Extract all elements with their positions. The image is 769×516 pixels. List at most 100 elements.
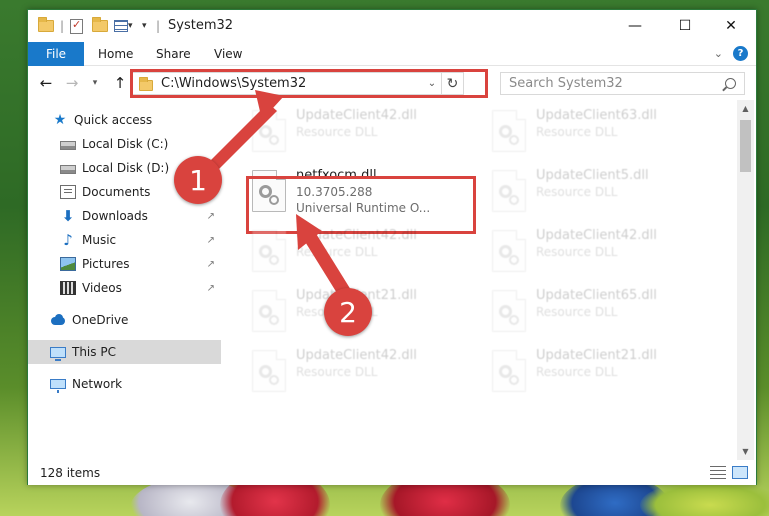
dll-file-icon (492, 170, 526, 212)
file-name: UpdateClient65.dll (536, 288, 657, 303)
file-name: UpdateClient42.dll (296, 228, 417, 243)
sidebar-item-label: Local Disk (C:) (82, 137, 169, 151)
file-explorer-window: | ▾ ▾ | System32 — ☐ ✕ File Home Share V… (27, 9, 757, 485)
tab-file[interactable]: File (28, 42, 84, 66)
window-title: System32 (168, 18, 234, 33)
forward-button[interactable]: → (62, 73, 82, 93)
recent-locations-button[interactable]: ▾ (88, 73, 102, 93)
minimize-button[interactable]: — (612, 10, 658, 42)
dll-file-icon (492, 350, 526, 392)
maximize-button[interactable]: ☐ (662, 10, 708, 42)
file-tile[interactable]: UpdateClient65.dll Resource DLL (488, 284, 708, 340)
maximize-icon: ☐ (678, 18, 692, 34)
documents-icon (60, 185, 76, 199)
dll-file-icon (252, 230, 286, 272)
pin-icon[interactable]: ↗ (207, 235, 215, 246)
file-type: Resource DLL (296, 245, 378, 259)
tab-share[interactable]: Share (156, 42, 191, 66)
tab-home[interactable]: Home (98, 42, 133, 66)
file-tile[interactable]: UpdateClient63.dll Resource DLL (488, 104, 708, 160)
tiles-view-icon[interactable] (732, 466, 748, 479)
scroll-down-icon[interactable]: ▼ (737, 443, 754, 460)
address-path[interactable]: C:\Windows\System32 (161, 76, 423, 91)
up-arrow-icon: ↑ (113, 74, 127, 92)
dll-file-icon (492, 230, 526, 272)
sidebar-item-quick-access[interactable]: ★ Quick access (28, 108, 221, 132)
sidebar-item-network[interactable]: Network (28, 372, 221, 396)
file-type: Resource DLL (536, 125, 618, 139)
sidebar-item-label: Pictures (82, 257, 130, 271)
onedrive-icon (50, 313, 66, 327)
back-button[interactable]: ← (36, 73, 56, 93)
toolbar-separator: | (60, 19, 65, 33)
file-name: UpdateClient21.dll (536, 348, 657, 363)
sidebar-item-downloads[interactable]: ⬇ Downloads ↗ (28, 204, 221, 228)
back-arrow-icon: ← (39, 74, 53, 92)
sidebar-item-label: OneDrive (72, 313, 129, 327)
title-separator: | (156, 19, 161, 33)
file-name: UpdateClient42.dll (296, 108, 417, 123)
customize-toolbar-button[interactable]: ▾ (142, 17, 147, 35)
dll-file-icon (252, 110, 286, 152)
address-bar[interactable]: C:\Windows\System32 ⌄ ↻ (132, 72, 464, 95)
drive-icon (60, 141, 76, 150)
file-tile[interactable]: UpdateClient42.dll Resource DLL (488, 224, 708, 280)
star-icon: ★ (53, 112, 67, 128)
sidebar-item-videos[interactable]: Videos ↗ (28, 276, 221, 300)
sidebar-item-label: Documents (82, 185, 151, 199)
sidebar-item-music[interactable]: ♪ Music ↗ (28, 228, 221, 252)
file-type: Resource DLL (536, 185, 618, 199)
file-name: UpdateClient42.dll (296, 348, 417, 363)
file-type: Resource DLL (536, 245, 618, 259)
details-view-icon[interactable] (710, 466, 726, 479)
properties-button[interactable] (70, 17, 83, 35)
sidebar-item-pictures[interactable]: Pictures ↗ (28, 252, 221, 276)
videos-icon (60, 281, 76, 295)
search-placeholder: Search System32 (509, 76, 623, 91)
file-type: Resource DLL (296, 125, 378, 139)
refresh-icon[interactable]: ↻ (441, 73, 463, 94)
file-type: Resource DLL (536, 365, 618, 379)
file-list: UpdateClient42.dll Resource DLL netfxocm… (222, 100, 737, 460)
new-folder-button[interactable] (92, 17, 108, 35)
step-1-badge: 1 (174, 156, 222, 204)
sidebar-item-label: Quick access (74, 113, 153, 127)
sidebar-item-label: Music (82, 233, 117, 247)
scroll-thumb[interactable] (740, 120, 751, 172)
expand-ribbon-icon[interactable]: ⌄ (714, 47, 723, 60)
view-options-button[interactable]: ▾ (114, 17, 133, 35)
help-icon[interactable]: ? (733, 46, 748, 61)
file-tile[interactable]: UpdateClient5.dll Resource DLL (488, 164, 708, 220)
file-tile[interactable]: UpdateClient42.dll Resource DLL (248, 344, 468, 400)
file-name: UpdateClient42.dll (536, 228, 657, 243)
dropdown-icon: ▾ (128, 21, 133, 31)
file-tile[interactable]: UpdateClient42.dll Resource DLL (248, 224, 468, 280)
close-icon: ✕ (725, 18, 737, 34)
sidebar-item-this-pc[interactable]: This PC (28, 340, 221, 364)
forward-arrow-icon: → (65, 74, 79, 92)
search-icon[interactable] (725, 78, 736, 89)
sidebar-item-local-disk-c[interactable]: Local Disk (C:) (28, 132, 221, 156)
new-folder-icon (92, 17, 108, 32)
address-dropdown-icon[interactable]: ⌄ (423, 78, 441, 89)
pin-icon[interactable]: ↗ (207, 211, 215, 222)
pin-icon[interactable]: ↗ (207, 283, 215, 294)
tab-view[interactable]: View (214, 42, 242, 66)
minimize-icon: — (628, 18, 642, 34)
pin-icon[interactable]: ↗ (207, 259, 215, 270)
ribbon: File Home Share View ⌄ ? (28, 42, 756, 66)
scroll-up-icon[interactable]: ▲ (737, 100, 754, 117)
vertical-scrollbar[interactable]: ▲ ▼ (737, 100, 754, 460)
address-folder-icon (139, 76, 153, 91)
sidebar-item-onedrive[interactable]: OneDrive (28, 308, 221, 332)
dll-file-icon (252, 350, 286, 392)
search-input[interactable]: Search System32 (500, 72, 745, 95)
drive-icon (60, 165, 76, 174)
close-button[interactable]: ✕ (708, 10, 754, 42)
folder-icon (38, 17, 54, 32)
file-tile[interactable]: UpdateClient42.dll Resource DLL (248, 104, 468, 160)
file-tile[interactable]: UpdateClient21.dll Resource DLL (488, 344, 708, 400)
up-button[interactable]: ↑ (110, 73, 130, 93)
dll-file-icon (252, 290, 286, 332)
dll-file-icon (492, 290, 526, 332)
